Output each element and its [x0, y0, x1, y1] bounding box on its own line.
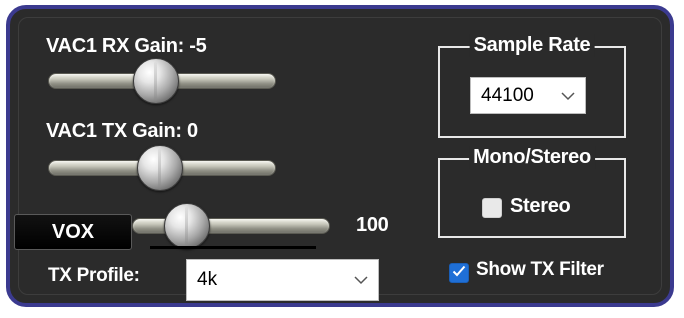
vac1-rx-gain-label: VAC1 RX Gain: -5: [46, 35, 207, 57]
show-tx-filter-checkbox[interactable]: [449, 263, 469, 283]
vac1-rx-gain-thumb[interactable]: [133, 58, 179, 104]
sample-rate-selected: 44100: [481, 84, 534, 106]
stereo-checkbox[interactable]: [482, 198, 502, 218]
vac1-tx-gain-label: VAC1 TX Gain: 0: [46, 120, 198, 142]
sample-rate-dropdown[interactable]: 44100: [470, 77, 586, 114]
sample-rate-group: Sample Rate 44100: [438, 34, 626, 138]
checkmark-icon: [452, 264, 466, 282]
mono-stereo-group: Mono/Stereo Stereo: [438, 146, 626, 238]
vox-threshold-track[interactable]: [132, 218, 330, 234]
chevron-down-icon: [561, 85, 575, 107]
sample-rate-legend: Sample Rate: [469, 34, 595, 57]
vox-underline: [150, 246, 316, 249]
vox-button[interactable]: VOX: [14, 214, 132, 250]
mono-stereo-legend: Mono/Stereo: [469, 146, 595, 169]
vox-threshold-thumb[interactable]: [164, 203, 210, 249]
show-tx-filter-label[interactable]: Show TX Filter: [476, 259, 604, 281]
vox-threshold-value: 100: [356, 214, 389, 236]
stereo-label[interactable]: Stereo: [510, 195, 571, 218]
tx-profile-label: TX Profile:: [48, 265, 140, 286]
vac1-tx-gain-thumb[interactable]: [137, 145, 183, 191]
tx-profile-dropdown[interactable]: 4k: [186, 259, 379, 301]
chevron-down-icon: [354, 269, 368, 291]
vac-settings-panel: VAC1 RX Gain: -5 VAC1 TX Gain: 0 VOX 100…: [6, 5, 674, 307]
tx-profile-selected: 4k: [197, 269, 218, 290]
